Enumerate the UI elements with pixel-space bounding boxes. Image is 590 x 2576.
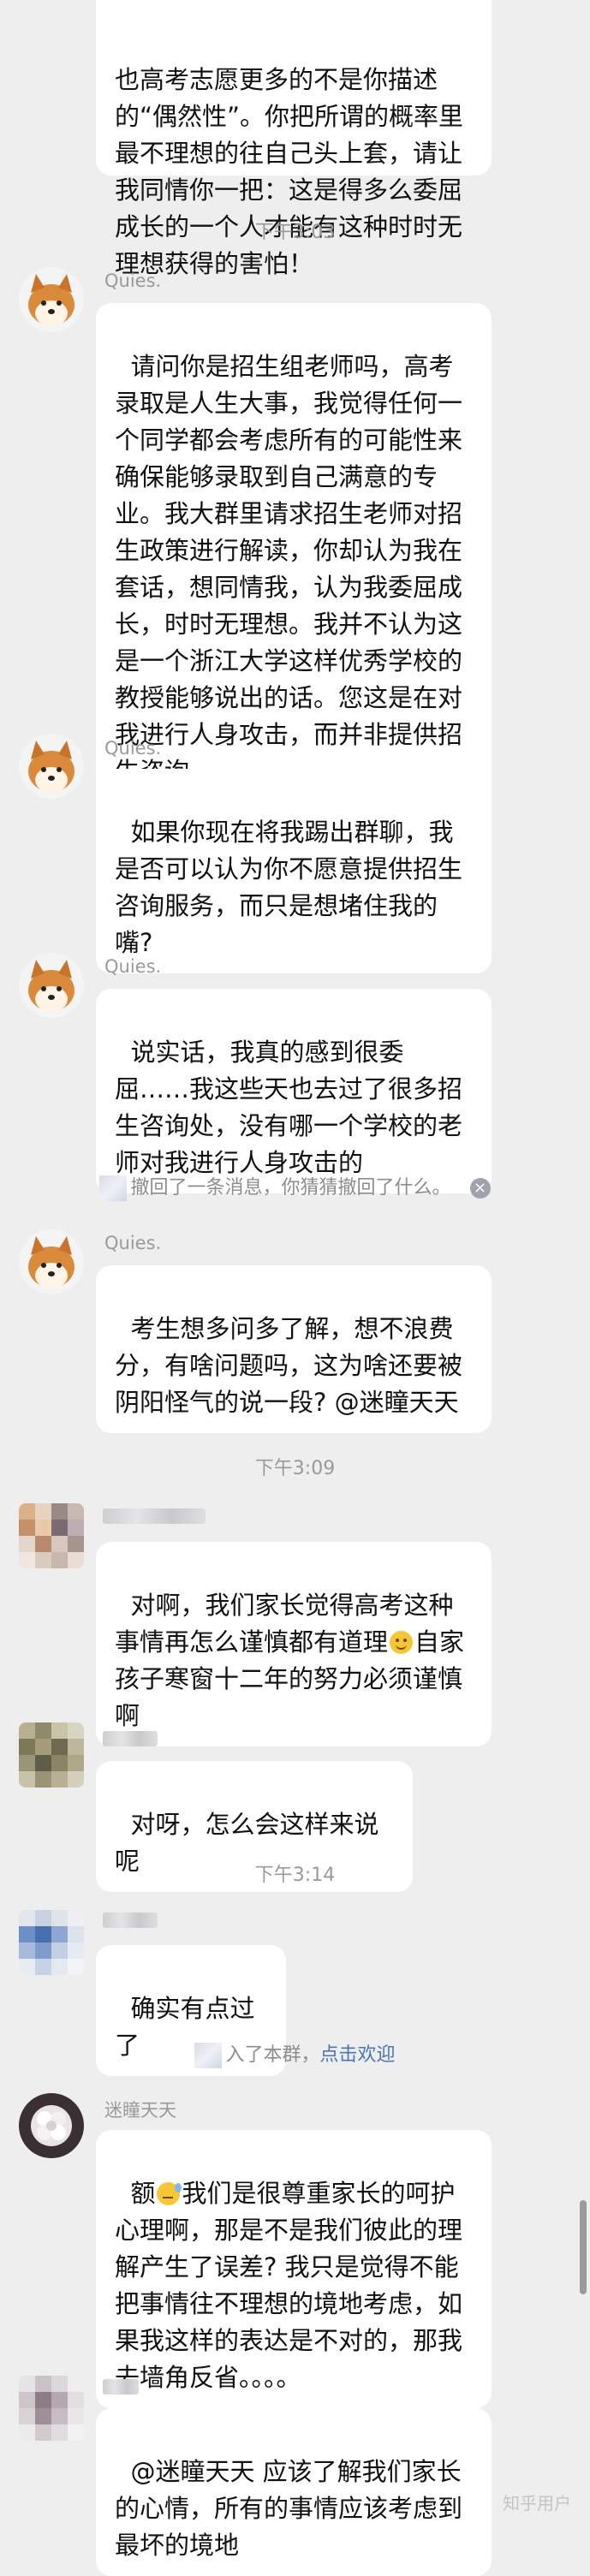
join-notice: 入了本群，点击欢迎	[0, 2039, 590, 2068]
avatar-blurred[interactable]	[19, 1910, 84, 1975]
message-bubble: 也高考志愿更多的不是你描述的“偶然性”。你把所谓的概率里最不理想的往自己头上套，…	[96, 0, 492, 278]
sender-name: Quies.	[104, 271, 162, 291]
blurred-name	[194, 2043, 223, 2068]
avatar-shiba[interactable]	[19, 734, 84, 799]
smiley-emoji-icon	[390, 1631, 414, 1654]
sender-name: Quies.	[104, 1233, 162, 1253]
avatar-mitong[interactable]	[19, 2093, 84, 2158]
sweat-emoji-icon	[157, 2182, 182, 2205]
avatar-shiba[interactable]	[19, 1229, 84, 1294]
sender-name: Quies.	[104, 738, 162, 759]
blurred-sender-name	[103, 2379, 139, 2395]
pixelated-avatar-image	[19, 2376, 84, 2441]
shiba-avatar-image	[19, 734, 84, 799]
blurred-name	[99, 1175, 128, 1201]
welcome-link[interactable]: 点击欢迎	[320, 2044, 396, 2066]
close-icon[interactable]: ×	[469, 1178, 491, 1199]
message-text: 请问你是招生组老师吗，高考录取是人生大事，我觉得任何一个同学都会考虑所有的可能性…	[115, 352, 463, 786]
watermark: 知乎用户	[503, 2493, 571, 2514]
sender-name: Quies.	[104, 956, 162, 977]
pixelated-avatar-image	[19, 1722, 84, 1788]
avatar-blurred[interactable]	[19, 1503, 84, 1568]
message-text: @迷瞳天天 应该了解我们家长的心情，所有的事情应该考虑到最坏的境地	[115, 2457, 463, 2560]
blurred-sender-name	[103, 1913, 158, 1928]
shiba-avatar-image	[19, 953, 84, 1018]
message-bubble[interactable]: 额我们是很尊重家长的呵护心理啊，那是不是我们彼此的理解产生了误差? 我只是觉得不…	[96, 2130, 492, 2408]
pixelated-avatar-image	[19, 1910, 84, 1975]
sender-name: 迷瞳天天	[104, 2100, 176, 2121]
message-text: 考生想多问多了解，想不浪费分，有啥问题吗，这为啥还要被阴阳怪气的说一段? @迷瞳…	[115, 1314, 463, 1417]
message-text: 也高考志愿更多的不是你描述的“偶然性”。你把所谓的概率里最不理想的往自己头上套，…	[115, 65, 464, 278]
join-text: 入了本群，	[225, 2044, 320, 2066]
message-text: 说实话，我真的感到很委屈……我这些天也去过了很多招生咨询处，没有哪一个学校的老师…	[115, 1038, 463, 1177]
timestamp: 下午3:03	[254, 222, 336, 243]
message-text: 额	[130, 2179, 156, 2208]
avatar-shiba[interactable]	[19, 267, 84, 332]
message-bubble[interactable]: 如果你现在将我踢出群聊，我是否可以认为你不愿意提供招生咨询服务，而只是想堵住我的…	[96, 769, 492, 973]
timestamp: 下午3:09	[254, 1458, 336, 1479]
message-bubble[interactable]: 请问你是招生组老师吗，高考录取是人生大事，我觉得任何一个同学都会考虑所有的可能性…	[96, 303, 492, 802]
avatar-blurred[interactable]	[19, 1722, 84, 1788]
scrollbar[interactable]	[580, 2200, 587, 2294]
message-text: 我们是很尊重家长的呵护心理啊，那是不是我们彼此的理解产生了误差? 我只是觉得不能…	[115, 2179, 463, 2392]
recall-text: 撤回了一条消息，你猜猜撤回了什么。	[130, 1177, 451, 1199]
flower-avatar-image	[19, 2093, 84, 2158]
message-text: 如果你现在将我踢出群聊，我是否可以认为你不愿意提供招生咨询服务，而只是想堵住我的…	[115, 818, 463, 957]
shiba-avatar-image	[19, 267, 84, 332]
pixelated-avatar-image	[19, 1503, 84, 1568]
recall-notice: 撤回了一条消息，你猜猜撤回了什么。 ×	[0, 1172, 590, 1201]
message-bubble[interactable]: @迷瞳天天 应该了解我们家长的心情，所有的事情应该考虑到最坏的境地	[96, 2408, 492, 2576]
message-bubble[interactable]: 对啊，我们家长觉得高考这种事情再怎么谨慎都有道理 自家孩子寒窗十二年的努力必须谨慎…	[96, 1542, 492, 1746]
shiba-avatar-image	[19, 1229, 84, 1294]
blurred-sender-name	[103, 1508, 206, 1524]
timestamp: 下午3:14	[254, 1865, 336, 1886]
avatar-shiba[interactable]	[19, 953, 84, 1018]
avatar-blurred[interactable]	[19, 2376, 84, 2441]
message-bubble[interactable]: 说实话，我真的感到很委屈……我这些天也去过了很多招生咨询处，没有哪一个学校的老师…	[96, 989, 492, 1193]
message-bubble[interactable]: 考生想多问多了解，想不浪费分，有啥问题吗，这为啥还要被阴阳怪气的说一段? @迷瞳…	[96, 1265, 492, 1433]
blurred-sender-name	[103, 1731, 158, 1746]
